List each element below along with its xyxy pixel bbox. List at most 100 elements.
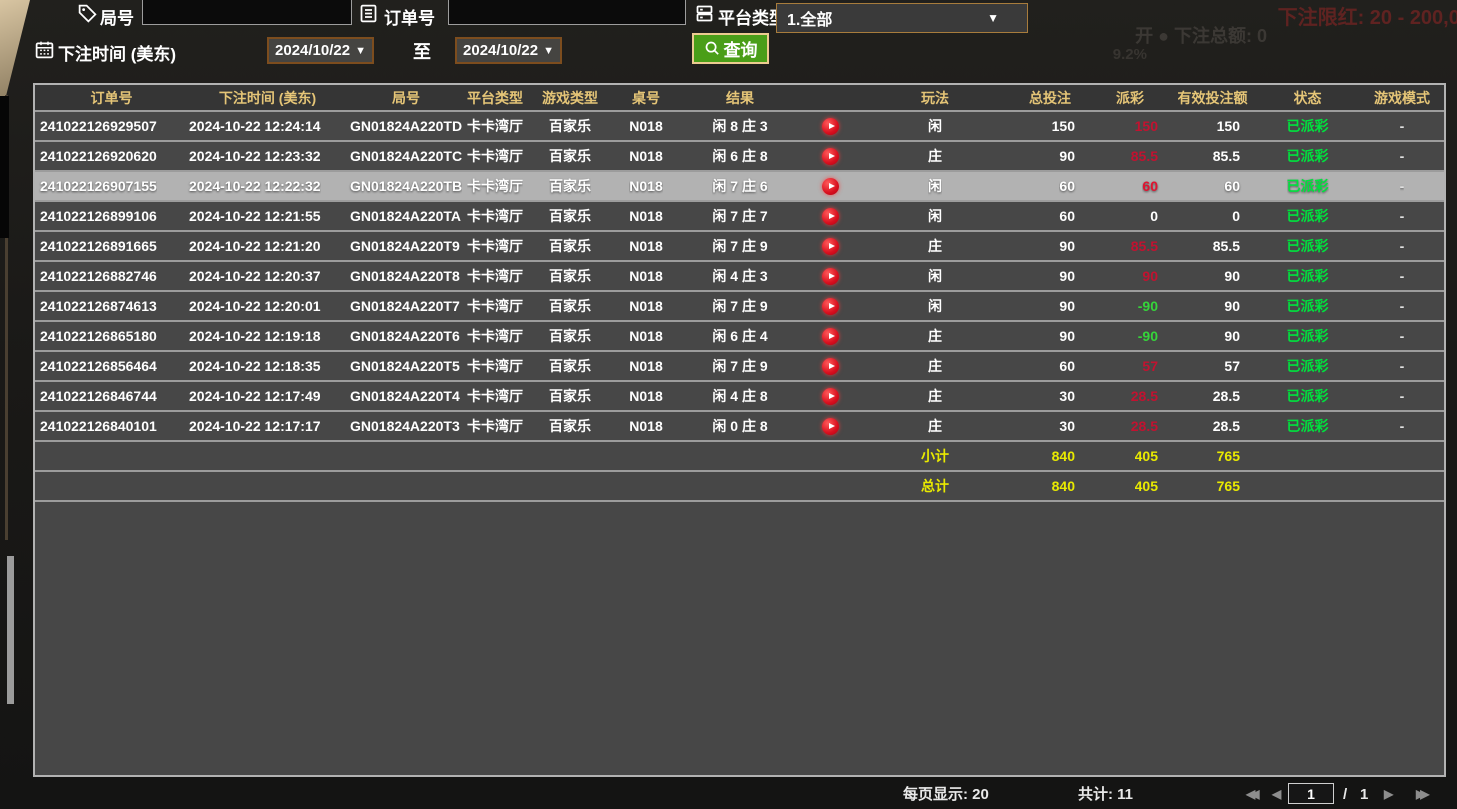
cell-order: 241022126899106 bbox=[35, 208, 157, 224]
cell-result: 闲 6 庄 8 bbox=[712, 146, 767, 166]
table-row[interactable]: 241022126840101 2024-10-22 12:17:17 GN01… bbox=[35, 412, 1444, 442]
cell-table-no: N018 bbox=[629, 418, 662, 434]
cell-order: 241022126907155 bbox=[35, 178, 157, 194]
platform-select[interactable]: 1.全部 ▼ bbox=[776, 3, 1028, 33]
cell-game-type: 百家乐 bbox=[549, 206, 591, 226]
cell-time: 2024-10-22 12:20:01 bbox=[183, 298, 321, 314]
subtotal-valid-bet: 765 bbox=[1217, 448, 1255, 464]
cell-total-bet: 60 bbox=[1059, 178, 1090, 194]
total-label: 总计 bbox=[921, 476, 949, 496]
background-bar-decoration bbox=[7, 556, 14, 704]
cell-order: 241022126840101 bbox=[35, 418, 157, 434]
replay-icon[interactable] bbox=[822, 358, 839, 375]
replay-icon[interactable] bbox=[822, 298, 839, 315]
to-label: 至 bbox=[413, 38, 431, 64]
table-row[interactable]: 241022126907155 2024-10-22 12:22:32 GN01… bbox=[35, 172, 1444, 202]
cell-payout: 150 bbox=[1135, 118, 1170, 134]
faint-bet-limit-text: 下注限红: 20 - 200,00 bbox=[1278, 1, 1457, 30]
cell-valid-bet: 85.5 bbox=[1213, 238, 1255, 254]
cell-status: 已派彩 bbox=[1287, 386, 1329, 406]
cell-game-no: GN01824A220T8 bbox=[346, 268, 460, 284]
replay-icon[interactable] bbox=[822, 418, 839, 435]
cell-game-no: GN01824A220T7 bbox=[346, 298, 460, 314]
cell-total-bet: 30 bbox=[1059, 418, 1090, 434]
total-count-label: 共计: 11 bbox=[1078, 780, 1133, 809]
replay-icon[interactable] bbox=[822, 178, 839, 195]
game-no-input[interactable] bbox=[142, 0, 352, 25]
cell-platform: 卡卡湾厅 bbox=[467, 146, 523, 166]
replay-icon[interactable] bbox=[822, 238, 839, 255]
cell-result: 闲 7 庄 9 bbox=[712, 296, 767, 316]
cell-time: 2024-10-22 12:19:18 bbox=[183, 328, 321, 344]
background-strip-decoration bbox=[0, 96, 9, 238]
cell-table-no: N018 bbox=[629, 238, 662, 254]
cell-valid-bet: 60 bbox=[1224, 178, 1255, 194]
cell-payout: 85.5 bbox=[1131, 238, 1170, 254]
table-row[interactable]: 241022126856464 2024-10-22 12:18:35 GN01… bbox=[35, 352, 1444, 382]
replay-icon[interactable] bbox=[822, 148, 839, 165]
cell-platform: 卡卡湾厅 bbox=[467, 176, 523, 196]
cell-play: 庄 bbox=[928, 386, 942, 406]
table-row[interactable]: 241022126929507 2024-10-22 12:24:14 GN01… bbox=[35, 112, 1444, 142]
table-row[interactable]: 241022126874613 2024-10-22 12:20:01 GN01… bbox=[35, 292, 1444, 322]
order-no-input[interactable] bbox=[448, 0, 686, 25]
cell-time: 2024-10-22 12:17:49 bbox=[183, 388, 321, 404]
cell-status: 已派彩 bbox=[1287, 296, 1329, 316]
subtotal-total-bet: 840 bbox=[1052, 448, 1090, 464]
last-page-icon[interactable]: ▶▶ bbox=[1416, 780, 1423, 809]
cell-status: 已派彩 bbox=[1287, 266, 1329, 286]
cell-result: 闲 8 庄 3 bbox=[712, 116, 767, 136]
cell-total-bet: 150 bbox=[1052, 118, 1090, 134]
cell-result: 闲 7 庄 9 bbox=[712, 236, 767, 256]
cell-status: 已派彩 bbox=[1287, 146, 1329, 166]
tag-icon bbox=[77, 3, 98, 24]
table-row[interactable]: 241022126891665 2024-10-22 12:21:20 GN01… bbox=[35, 232, 1444, 262]
cell-payout: 28.5 bbox=[1131, 388, 1170, 404]
cell-game-mode: - bbox=[1400, 418, 1405, 434]
table-header-row: 订单号 下注时间 (美东) 局号 平台类型 游戏类型 桌号 结果 玩法 总投注 … bbox=[35, 85, 1444, 112]
cell-valid-bet: 90 bbox=[1224, 298, 1255, 314]
search-button[interactable]: 查询 bbox=[692, 33, 769, 64]
faint-percent-text: 9.2% bbox=[1113, 46, 1147, 63]
cell-total-bet: 30 bbox=[1059, 388, 1090, 404]
cell-total-bet: 90 bbox=[1059, 148, 1090, 164]
col-header-platform: 平台类型 bbox=[467, 88, 523, 108]
replay-icon[interactable] bbox=[822, 118, 839, 135]
faint-bet-total-text: 开 ● 下注总额: 0 bbox=[1135, 22, 1267, 48]
cell-time: 2024-10-22 12:18:35 bbox=[183, 358, 321, 374]
prev-page-icon[interactable]: ◀ bbox=[1272, 780, 1275, 809]
cell-order: 241022126891665 bbox=[35, 238, 157, 254]
cell-play: 闲 bbox=[928, 176, 942, 196]
cell-order: 241022126874613 bbox=[35, 298, 157, 314]
col-header-play: 玩法 bbox=[921, 88, 949, 108]
cell-game-no: GN01824A220T3 bbox=[346, 418, 460, 434]
replay-icon[interactable] bbox=[822, 268, 839, 285]
date-to-picker[interactable]: 2024/10/22▼ bbox=[455, 37, 562, 64]
cell-time: 2024-10-22 12:24:14 bbox=[183, 118, 321, 134]
table-row[interactable]: 241022126882746 2024-10-22 12:20:37 GN01… bbox=[35, 262, 1444, 292]
date-from-picker[interactable]: 2024/10/22▼ bbox=[267, 37, 374, 64]
table-row[interactable]: 241022126920620 2024-10-22 12:23:32 GN01… bbox=[35, 142, 1444, 172]
table-row[interactable]: 241022126846744 2024-10-22 12:17:49 GN01… bbox=[35, 382, 1444, 412]
cell-table-no: N018 bbox=[629, 298, 662, 314]
page-input[interactable] bbox=[1288, 783, 1334, 804]
cell-game-mode: - bbox=[1400, 388, 1405, 404]
cell-game-mode: - bbox=[1400, 148, 1405, 164]
cell-table-no: N018 bbox=[629, 178, 662, 194]
first-page-icon[interactable]: ◀◀ bbox=[1246, 780, 1253, 809]
cell-payout: 60 bbox=[1142, 178, 1170, 194]
cell-play: 庄 bbox=[928, 146, 942, 166]
cell-game-no: GN01824A220T6 bbox=[346, 328, 460, 344]
replay-icon[interactable] bbox=[822, 388, 839, 405]
table-row[interactable]: 241022126865180 2024-10-22 12:19:18 GN01… bbox=[35, 322, 1444, 352]
cell-time: 2024-10-22 12:23:32 bbox=[183, 148, 321, 164]
table-row[interactable]: 241022126899106 2024-10-22 12:21:55 GN01… bbox=[35, 202, 1444, 232]
cell-payout: 85.5 bbox=[1131, 148, 1170, 164]
col-header-order: 订单号 bbox=[86, 88, 133, 108]
cell-result: 闲 4 庄 8 bbox=[712, 386, 767, 406]
replay-icon[interactable] bbox=[822, 208, 839, 225]
next-page-icon[interactable]: ▶ bbox=[1384, 780, 1387, 809]
pagination-bar: 每页显示: 20 共计: 11 ◀◀ ◀ / 1 ▶ ▶▶ bbox=[0, 780, 1457, 809]
chevron-down-icon: ▼ bbox=[543, 45, 554, 57]
replay-icon[interactable] bbox=[822, 328, 839, 345]
